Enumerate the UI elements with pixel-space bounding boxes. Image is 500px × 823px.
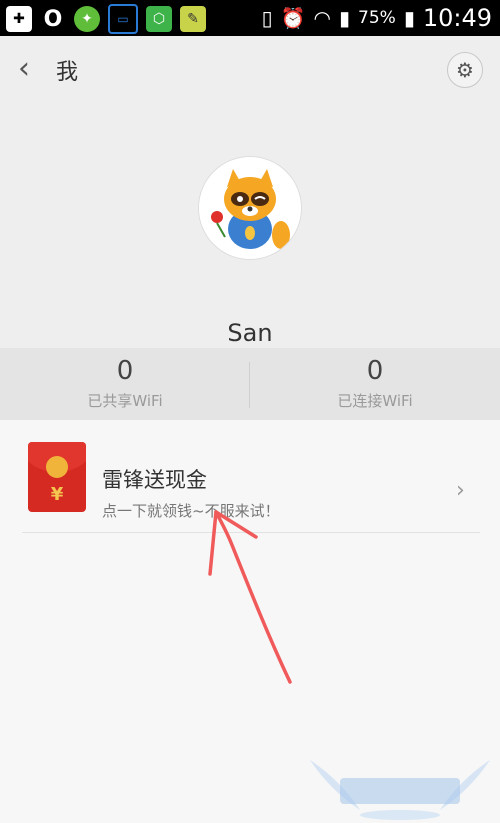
annotation-arrow-icon (208, 510, 292, 684)
site-watermark-logo (310, 760, 490, 820)
